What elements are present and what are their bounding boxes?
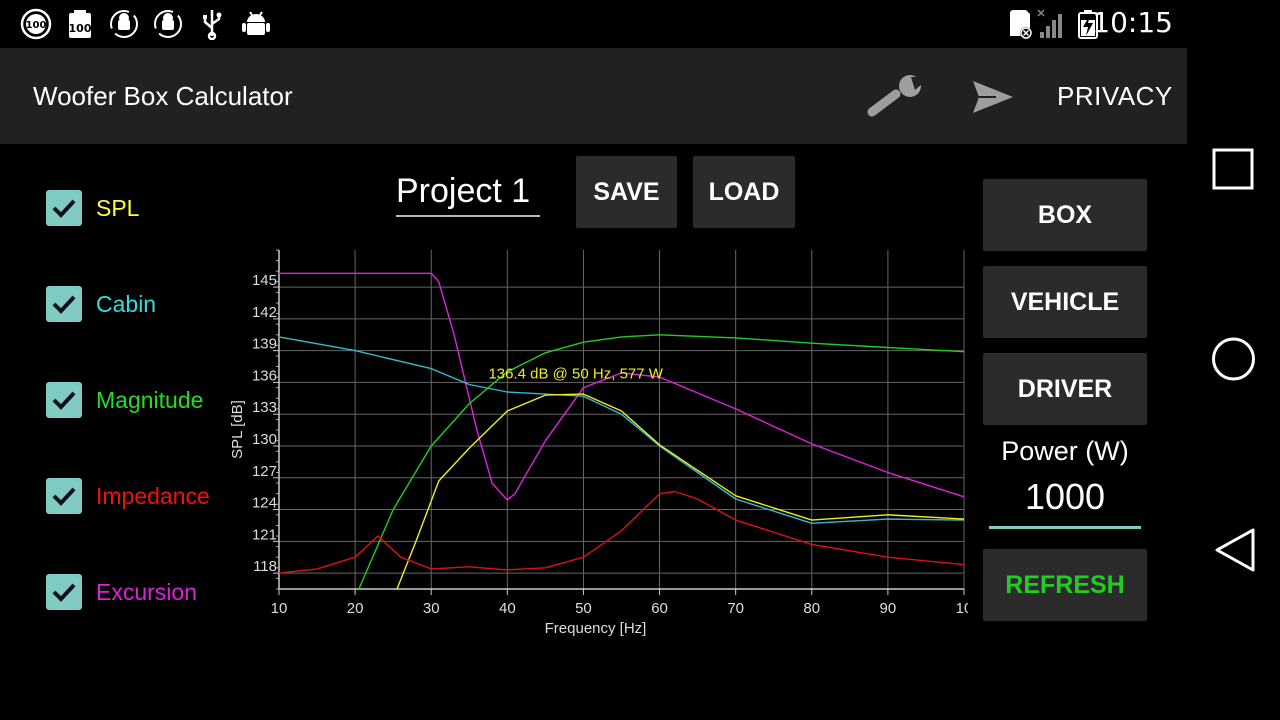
back-icon[interactable]: [1187, 510, 1280, 590]
power-input[interactable]: 1000: [989, 476, 1141, 529]
x-tick-label: 50: [575, 600, 592, 617]
y-tick-label: 136: [252, 367, 277, 384]
svg-text:100: 100: [69, 22, 92, 35]
status-clock: 10:15: [1092, 6, 1173, 39]
android-debug-icon: [242, 11, 270, 35]
battery-100-circle-icon: 100: [20, 8, 52, 40]
usb-icon: [203, 10, 222, 40]
refresh-button[interactable]: REFRESH: [983, 549, 1147, 621]
y-tick-label: 139: [252, 336, 277, 353]
series-line-impedance: [278, 490, 965, 574]
check-icon: [52, 583, 76, 602]
x-axis-label: Frequency [Hz]: [545, 620, 647, 637]
android-sync-icon: [154, 10, 182, 38]
action-bar: Woofer Box Calculator PRIVACY: [0, 48, 1187, 144]
box-button[interactable]: BOX: [983, 179, 1147, 251]
checkbox-cabin[interactable]: [46, 286, 82, 322]
sd-card-error-icon: [1010, 10, 1032, 39]
project-name-input[interactable]: Project 1: [396, 172, 540, 217]
checkbox-row-spl[interactable]: SPL: [46, 189, 139, 227]
spl-chart: 10 20 30 40 50 60 70 80 90 10 145 142 139 136 133 130 12…: [229, 249, 968, 637]
checkbox-label-impedance: Impedance: [96, 482, 210, 509]
x-tick-label: 90: [880, 600, 897, 617]
driver-button[interactable]: DRIVER: [983, 353, 1147, 425]
x-tick-label: 40: [499, 600, 516, 617]
wrench-icon[interactable]: [866, 74, 928, 118]
save-button[interactable]: SAVE: [576, 156, 677, 228]
y-axis-label: SPL [dB]: [229, 400, 246, 459]
home-icon[interactable]: [1187, 320, 1280, 400]
power-label: Power (W): [1001, 436, 1129, 466]
y-tick-label: 124: [252, 495, 277, 512]
checkbox-label-cabin: Cabin: [96, 290, 157, 317]
check-icon: [52, 391, 76, 410]
chart-annotation: 136.4 dB @ 50 Hz, 577 W: [488, 365, 663, 382]
checkbox-label-spl: SPL: [96, 194, 140, 221]
status-bar: 100 100 10:15: [0, 0, 1187, 48]
android-sync-icon: [110, 10, 138, 38]
checkbox-row-excursion[interactable]: Excursion: [46, 573, 197, 611]
x-tick-label: 20: [347, 600, 364, 617]
send-icon[interactable]: [970, 78, 1016, 116]
y-tick-label: 121: [252, 526, 277, 543]
y-tick-label: 118: [253, 558, 277, 575]
x-tick-label: 10: [956, 600, 968, 617]
x-tick-label: 10: [271, 600, 288, 617]
series-line-spl: [396, 393, 965, 590]
checkbox-row-cabin[interactable]: Cabin: [46, 285, 156, 323]
recent-apps-icon[interactable]: [1187, 130, 1280, 210]
vehicle-button[interactable]: VEHICLE: [983, 266, 1147, 338]
checkbox-spl[interactable]: [46, 190, 82, 226]
signal-icon: [1037, 9, 1062, 38]
y-tick-label: 133: [252, 399, 277, 416]
check-icon: [52, 199, 76, 218]
svg-text:100: 100: [26, 20, 47, 31]
check-icon: [52, 487, 76, 506]
check-icon: [52, 295, 76, 314]
checkbox-row-magnitude[interactable]: Magnitude: [46, 381, 203, 419]
privacy-button[interactable]: PRIVACY: [1057, 81, 1173, 112]
y-tick-label: 142: [252, 304, 277, 321]
checkbox-excursion[interactable]: [46, 574, 82, 610]
checkbox-impedance[interactable]: [46, 478, 82, 514]
y-tick-label: 145: [252, 272, 277, 289]
x-tick-label: 30: [423, 600, 440, 617]
checkbox-row-impedance[interactable]: Impedance: [46, 477, 210, 515]
checkbox-label-magnitude: Magnitude: [96, 386, 204, 413]
x-tick-label: 70: [727, 600, 744, 617]
y-tick-label: 127: [252, 463, 277, 480]
checkbox-magnitude[interactable]: [46, 382, 82, 418]
battery-100-icon: 100: [69, 10, 92, 38]
x-tick-label: 80: [803, 600, 820, 617]
navigation-bar: [1187, 0, 1280, 720]
y-tick-label: 130: [252, 431, 277, 448]
x-tick-label: 60: [651, 600, 668, 617]
load-button[interactable]: LOAD: [693, 156, 795, 228]
checkbox-label-excursion: Excursion: [96, 578, 197, 605]
app-title: Woofer Box Calculator: [33, 81, 293, 111]
series-line-excursion: [279, 272, 965, 501]
